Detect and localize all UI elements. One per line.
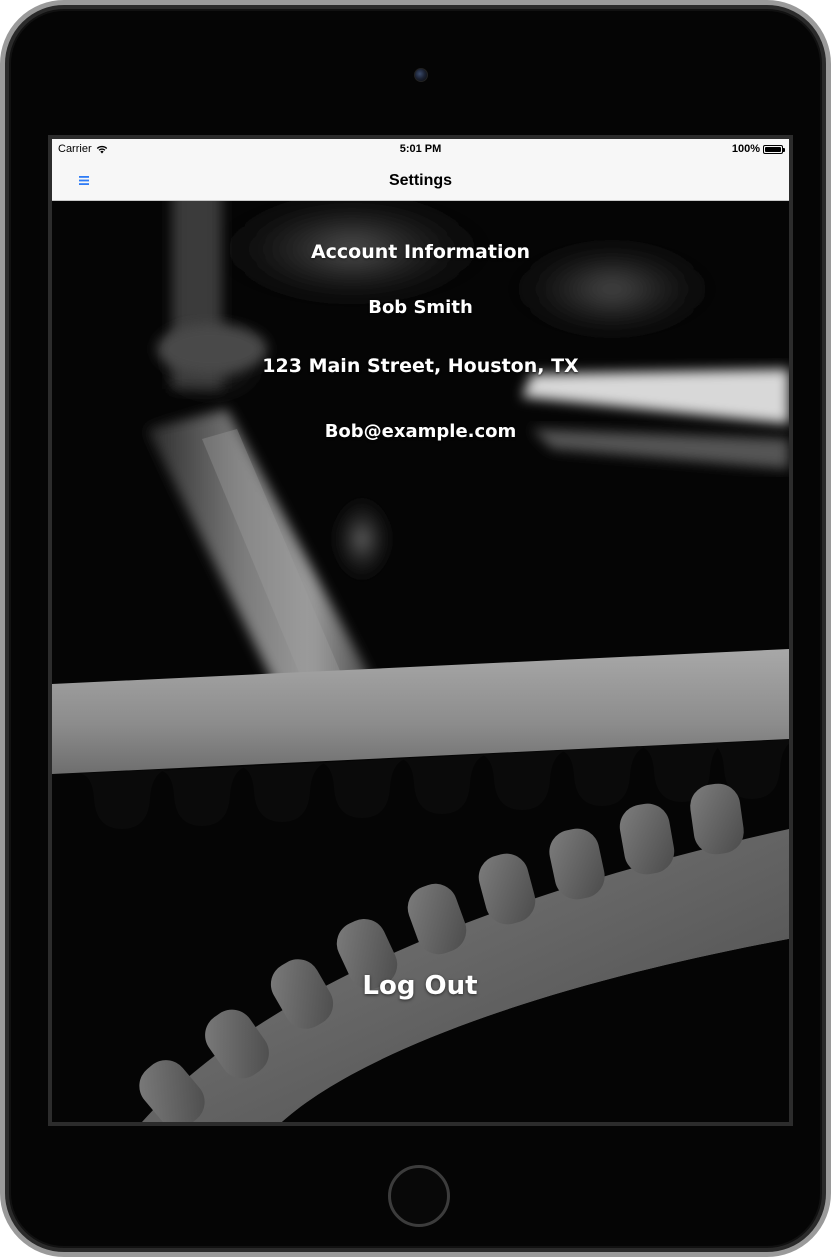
battery-icon (763, 144, 785, 154)
front-camera (414, 68, 428, 82)
page-title: Settings (388, 172, 453, 189)
battery-percent: 100% (731, 143, 760, 155)
status-time: 5:01 PM (399, 143, 442, 155)
log-out-button[interactable]: Log Out (320, 971, 520, 1001)
battery-fill (765, 146, 781, 152)
home-button[interactable] (388, 1165, 450, 1227)
app-screen: Carrier 5:01 PM 100% Settings Account In… (52, 139, 789, 1122)
account-name: Bob Smith (368, 297, 473, 318)
status-battery-group: 100% (731, 143, 785, 155)
account-info-heading: Account Information (310, 241, 531, 263)
status-bar: Carrier 5:01 PM 100% (52, 139, 789, 161)
account-address: 123 Main Street, Houston, TX (262, 355, 579, 377)
account-email: Bob@example.com (324, 421, 517, 442)
navigation-bar: Settings (52, 161, 789, 201)
tablet-device-frame: Carrier 5:01 PM 100% Settings Account In… (0, 0, 831, 1257)
